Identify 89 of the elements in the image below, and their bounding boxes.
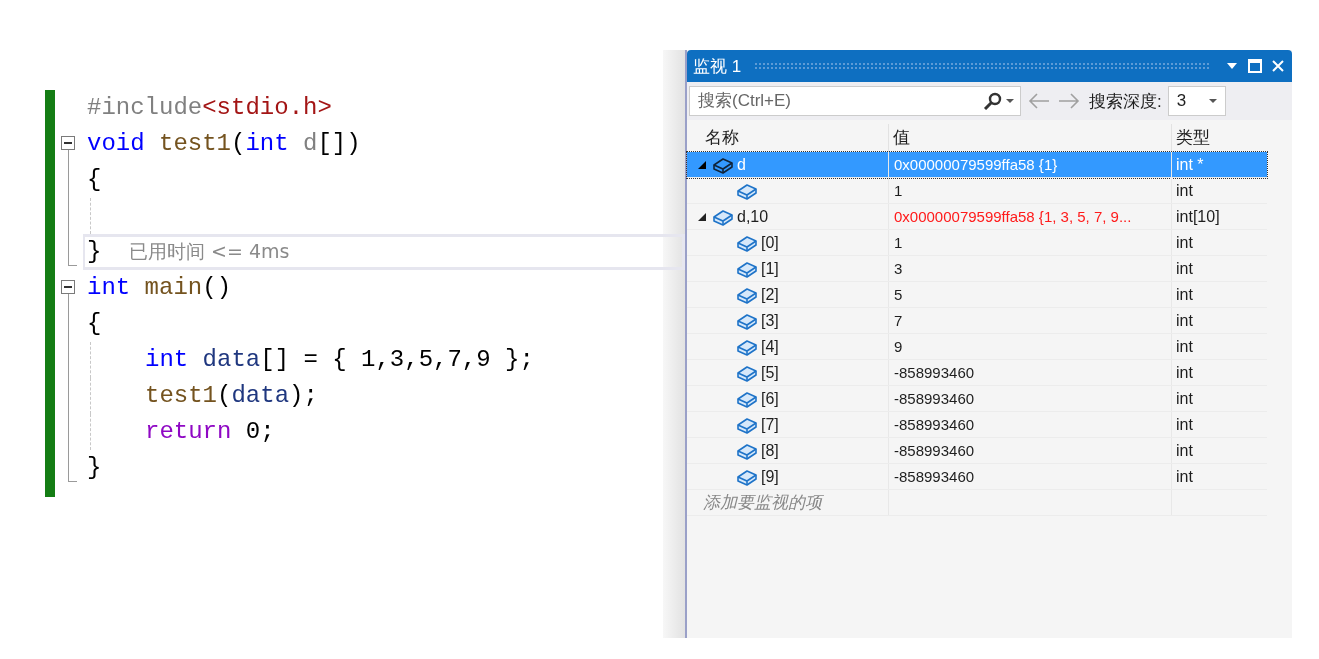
variable-value: 0x00000079599ffa58 {1, 3, 5, 7, 9... [894,208,1132,225]
expander-icon[interactable] [698,212,706,221]
variable-type: int [1176,441,1193,460]
caret-icon [1006,99,1014,103]
code-line: return 0; [145,417,275,447]
code-line: int main() [87,273,232,303]
variable-type: int [1176,181,1193,200]
variable-type: int [1176,415,1193,434]
watch-row[interactable]: 1 int [687,178,1267,204]
variable-type: int [1176,259,1193,278]
variable-value: 9 [894,338,903,355]
variable-value: -858993460 [894,390,975,407]
code-line: } [87,453,102,483]
code-line: int data[] = { 1,3,5,7,9 }; [145,345,534,375]
cube-icon [736,259,758,278]
code-line: { [87,309,102,339]
watch-row[interactable]: [9] -858993460 int [687,464,1267,490]
variable-name: [7] [761,415,779,434]
watch-row[interactable]: [1] 3 int [687,256,1267,282]
cube-icon [712,155,734,174]
variable-name: [4] [761,337,779,356]
variable-type: int [1176,389,1193,408]
variable-value: -858993460 [894,416,975,433]
code-line: void test1(int d[]) [87,129,361,159]
maximize-icon[interactable] [1247,58,1263,74]
variable-value: -858993460 [894,364,975,381]
variable-name: [2] [761,285,779,304]
code-line: #include<stdio.h> [87,93,332,123]
watch-row[interactable]: [2] 5 int [687,282,1267,308]
depth-dropdown[interactable]: 3 [1167,86,1226,116]
code-line: { [87,165,102,195]
expander-icon[interactable] [698,160,706,169]
cube-icon [736,181,758,200]
variable-name: [1] [761,259,779,278]
cube-icon [736,285,758,304]
cube-icon [736,441,758,460]
cube-icon [712,207,734,226]
variable-type: int [1176,233,1193,252]
variable-type: int[10] [1176,207,1220,226]
cube-icon [736,363,758,382]
watch-row[interactable]: [5] -858993460 int [687,360,1267,386]
cube-icon [736,233,758,252]
watch-row[interactable]: [4] 9 int [687,334,1267,360]
variable-value: 3 [894,260,903,277]
variable-value: 1 [894,182,903,199]
cube-icon [736,337,758,356]
watch-row[interactable]: [3] 7 int [687,308,1267,334]
cube-icon [736,389,758,408]
variable-name: [0] [761,233,779,252]
search-field[interactable]: 搜索(Ctrl+E) [689,86,1021,116]
collapse-icon[interactable] [61,280,75,294]
column-header[interactable]: 类型 [1172,124,1267,152]
variable-name: [3] [761,311,779,330]
variable-name: [5] [761,363,779,382]
window-title: 监视 1 [693,55,742,78]
cube-icon [736,467,758,486]
variable-value: 7 [894,312,903,329]
watch-row[interactable]: d,10 0x00000079599ffa58 {1, 3, 5, 7, 9... int[10] [687,204,1267,230]
watch-row[interactable]: [7] -858993460 int [687,412,1267,438]
variable-name: d,10 [737,207,769,226]
variable-value: 0x00000079599ffa58 {1} [894,156,1058,173]
search-icon [982,92,1004,110]
variable-value: -858993460 [894,468,975,485]
variable-type: int * [1176,155,1204,174]
code-line: test1(data); [145,381,318,411]
variable-name: d [737,155,746,174]
variable-type: int [1176,285,1193,304]
variable-value: 1 [894,234,903,251]
search-input[interactable]: 搜索(Ctrl+E) [696,90,980,112]
cube-icon [736,415,758,434]
watch-row[interactable]: [0] 1 int [687,230,1267,256]
close-icon[interactable] [1270,58,1286,74]
variable-value: -858993460 [894,442,975,459]
variable-type: int [1176,337,1193,356]
watch-row[interactable]: [6] -858993460 int [687,386,1267,412]
variable-name: [9] [761,467,779,486]
variable-name: [8] [761,441,779,460]
code-line: } [87,237,102,267]
depth-label: 搜索深度: [1089,90,1162,113]
caret-icon [1208,99,1217,103]
variable-type: int [1176,363,1193,382]
elapsed-time-hint: 已用时间 <= 4ms [129,239,290,264]
watch-row[interactable]: [8] -858993460 int [687,438,1267,464]
variable-name: [6] [761,389,779,408]
cube-icon [736,311,758,330]
variable-value: 5 [894,286,903,303]
collapse-icon[interactable] [61,136,75,150]
variable-type: int [1176,311,1193,330]
variable-type: int [1176,467,1193,486]
